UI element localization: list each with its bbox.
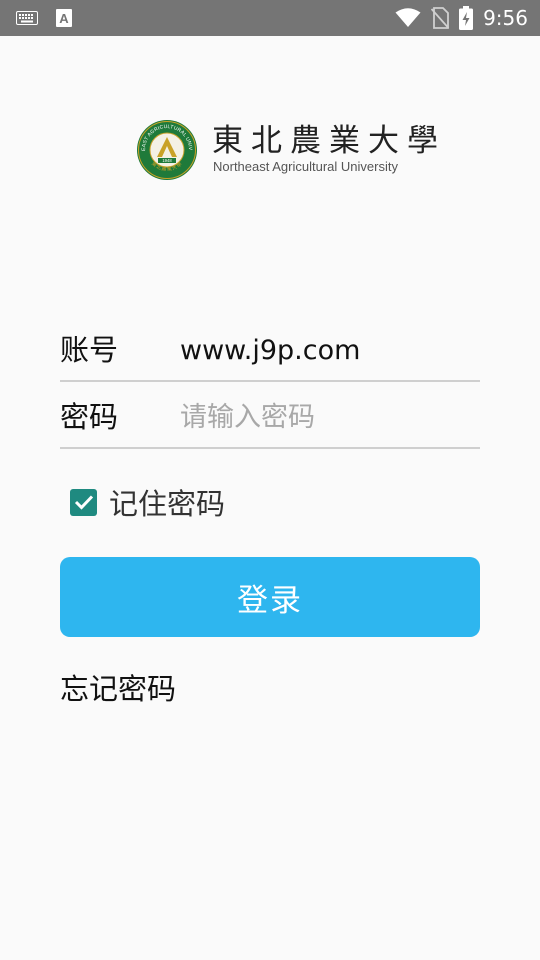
remember-password-checkbox[interactable] bbox=[70, 488, 97, 516]
password-label: 密码 bbox=[60, 400, 119, 434]
svg-text:A: A bbox=[59, 11, 69, 26]
svg-text:1948: 1948 bbox=[162, 158, 172, 163]
wifi-icon bbox=[395, 8, 421, 28]
password-input[interactable] bbox=[180, 391, 480, 443]
login-button[interactable]: 登录 bbox=[60, 557, 480, 637]
university-logo: NORTHEAST AGRICULTURAL UNIVERSITY 東北農業大學… bbox=[136, 119, 438, 181]
account-label: 账号 bbox=[60, 333, 119, 367]
remember-password-label: 记住密码 bbox=[109, 487, 226, 521]
status-bar: A 9:56 bbox=[0, 0, 540, 36]
no-sim-icon bbox=[431, 7, 450, 29]
check-icon bbox=[74, 495, 93, 510]
a-notification-icon: A bbox=[56, 9, 72, 27]
account-field: 账号 bbox=[60, 318, 480, 382]
status-time: 9:56 bbox=[483, 6, 528, 30]
university-name-cn: 東北農業大學 bbox=[212, 123, 446, 159]
university-seal-icon: NORTHEAST AGRICULTURAL UNIVERSITY 東北農業大學… bbox=[136, 119, 197, 180]
battery-charging-icon bbox=[459, 6, 474, 30]
password-field: 密码 bbox=[60, 385, 480, 449]
university-name-en: Northeast Agricultural University bbox=[213, 159, 398, 174]
keyboard-icon bbox=[16, 11, 38, 25]
forgot-password-link[interactable]: 忘记密码 bbox=[60, 668, 176, 710]
account-input[interactable] bbox=[180, 324, 480, 376]
remember-password-option[interactable]: 记住密码 bbox=[70, 484, 226, 521]
